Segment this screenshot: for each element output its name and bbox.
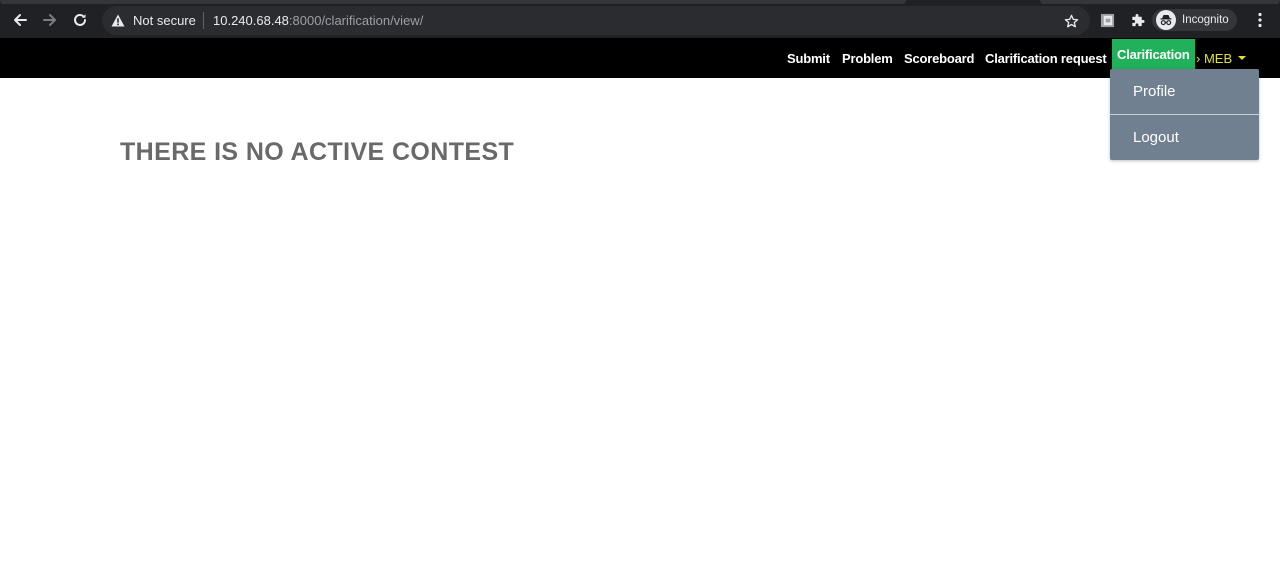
caret-down-icon: [1238, 56, 1247, 60]
nav-clarification-request[interactable]: Clarification request: [985, 38, 1107, 78]
url-host: 10.240.68.48: [213, 13, 289, 28]
arrow-right-icon: [43, 14, 56, 26]
site-navbar: Submit Problem Scoreboard Clarification …: [0, 38, 1280, 78]
forward-button[interactable]: [39, 9, 61, 31]
tab-strip-edge-right: [1040, 0, 1280, 4]
dropdown-item-profile[interactable]: Profile: [1110, 69, 1259, 114]
page-title: THERE IS NO ACTIVE CONTEST: [120, 138, 515, 166]
user-menu-label: › MEB: [1196, 50, 1233, 66]
omnibox-divider: [203, 12, 204, 29]
kebab-menu-icon: [1258, 12, 1262, 28]
back-button[interactable]: [9, 9, 31, 31]
extension-page-icon: [1100, 13, 1114, 27]
warning-triangle-icon[interactable]: [110, 12, 126, 28]
address-bar[interactable]: Not secure 10.240.68.48:8000/clarificati…: [102, 6, 1090, 35]
incognito-icon: [1156, 10, 1176, 30]
dropdown-item-logout[interactable]: Logout: [1110, 115, 1259, 160]
reload-icon: [74, 13, 86, 26]
incognito-profile-button[interactable]: Incognito: [1152, 9, 1237, 31]
puzzle-icon: [1131, 13, 1145, 26]
browser-menu-button[interactable]: [1250, 9, 1270, 31]
url-path: :8000/clarification/view/: [288, 13, 424, 28]
security-status-label[interactable]: Not secure: [133, 13, 196, 28]
nav-clarification[interactable]: Clarification: [1112, 39, 1195, 70]
extensions-button[interactable]: [1128, 11, 1146, 29]
incognito-label: Incognito: [1182, 14, 1229, 26]
extension-page-button[interactable]: [1098, 11, 1116, 29]
bookmark-button[interactable]: [1061, 11, 1081, 31]
nav-submit[interactable]: Submit: [787, 38, 830, 78]
nav-scoreboard[interactable]: Scoreboard: [904, 38, 974, 78]
arrow-left-icon: [14, 14, 27, 26]
user-dropdown-menu: Profile Logout: [1110, 69, 1259, 160]
browser-toolbar: Not secure 10.240.68.48:8000/clarificati…: [0, 0, 1280, 38]
url-text[interactable]: 10.240.68.48:8000/clarification/view/: [213, 13, 423, 28]
nav-problem[interactable]: Problem: [842, 38, 893, 78]
tab-strip-edge: [0, 0, 906, 4]
star-icon: [1064, 14, 1078, 27]
reload-button[interactable]: [69, 9, 91, 31]
